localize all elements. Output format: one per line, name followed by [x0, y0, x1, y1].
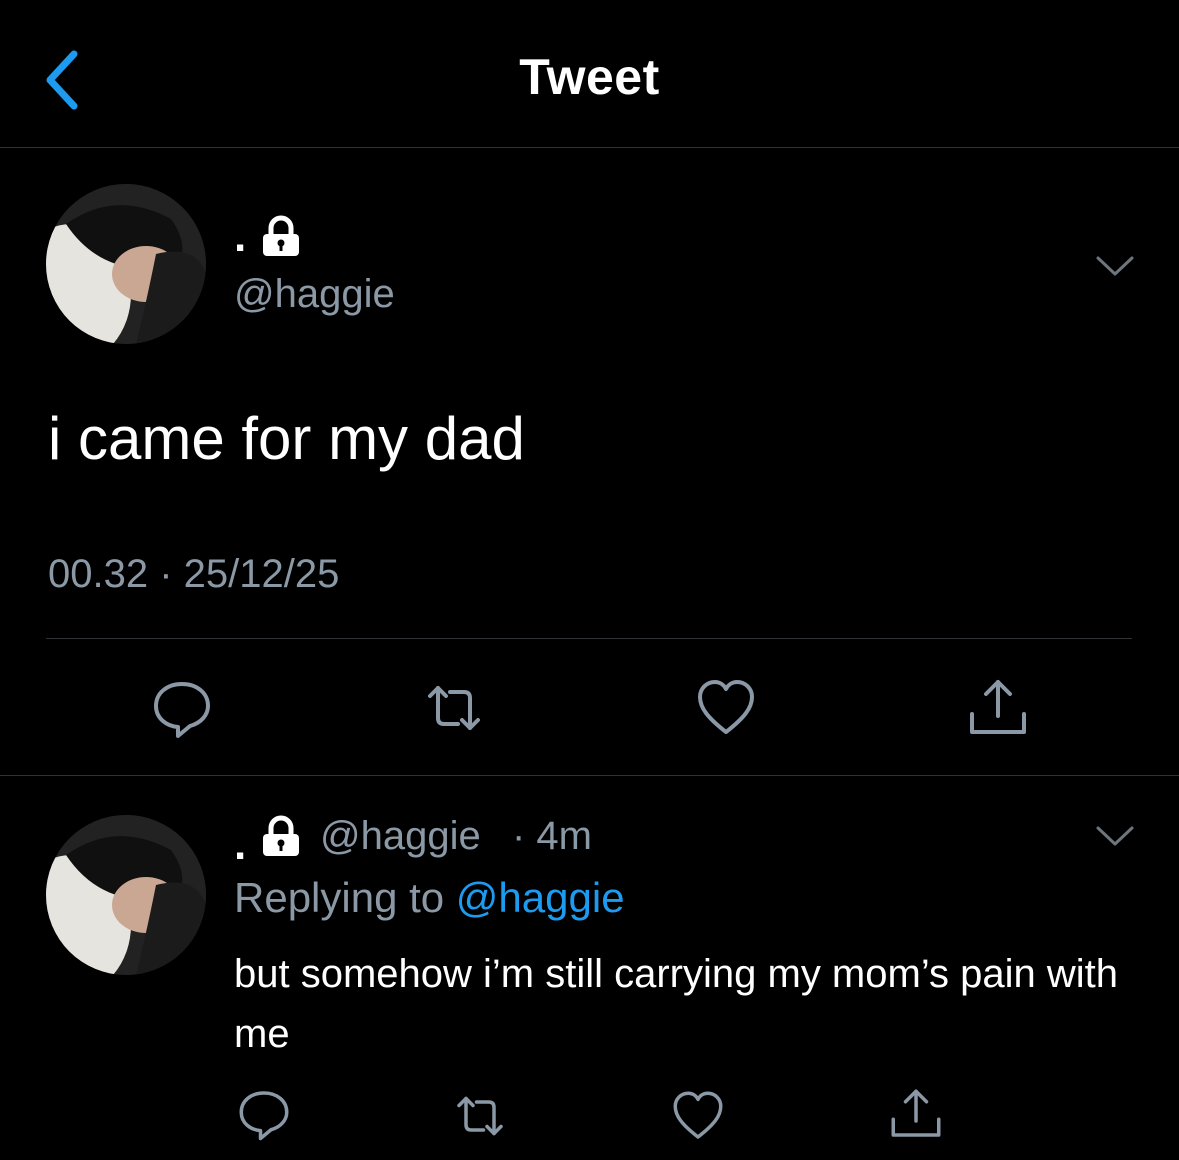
- share-icon[interactable]: [888, 1086, 944, 1142]
- page-title: Tweet: [519, 49, 660, 105]
- tweet-text: i came for my dad: [48, 405, 525, 472]
- reply-handle[interactable]: @haggie: [320, 814, 481, 859]
- heart-icon[interactable]: [694, 676, 758, 740]
- replying-to-mention[interactable]: @haggie: [456, 874, 625, 921]
- share-icon[interactable]: [966, 676, 1030, 740]
- avatar-photo: [46, 815, 206, 975]
- reply-display-name: .: [234, 820, 247, 869]
- avatar[interactable]: [46, 184, 206, 344]
- chevron-down-icon[interactable]: [1094, 822, 1136, 850]
- heart-icon[interactable]: [670, 1088, 726, 1144]
- tweet-divider: [0, 775, 1179, 776]
- handle[interactable]: @haggie: [234, 272, 395, 317]
- chevron-down-icon[interactable]: [1094, 252, 1136, 280]
- lock-icon: [263, 215, 299, 256]
- replying-to-label: Replying to: [234, 874, 445, 921]
- replying-to: Replying to @haggie: [234, 874, 625, 922]
- header-divider: [0, 147, 1179, 148]
- retweet-icon[interactable]: [422, 676, 486, 740]
- reply-text: but somehow i’m still carrying my mom’s …: [234, 952, 1118, 1056]
- reply-icon[interactable]: [236, 1086, 292, 1142]
- reply-avatar[interactable]: [46, 815, 206, 975]
- tweet-timestamp: 00.32 · 25/12/25: [48, 552, 340, 596]
- reply-icon[interactable]: [150, 676, 214, 740]
- meta-divider: [46, 638, 1132, 639]
- display-name: .: [234, 212, 247, 261]
- avatar-photo: [46, 184, 206, 344]
- reply-time: · 4m: [512, 814, 592, 858]
- retweet-icon[interactable]: [452, 1088, 508, 1144]
- lock-icon: [263, 815, 299, 856]
